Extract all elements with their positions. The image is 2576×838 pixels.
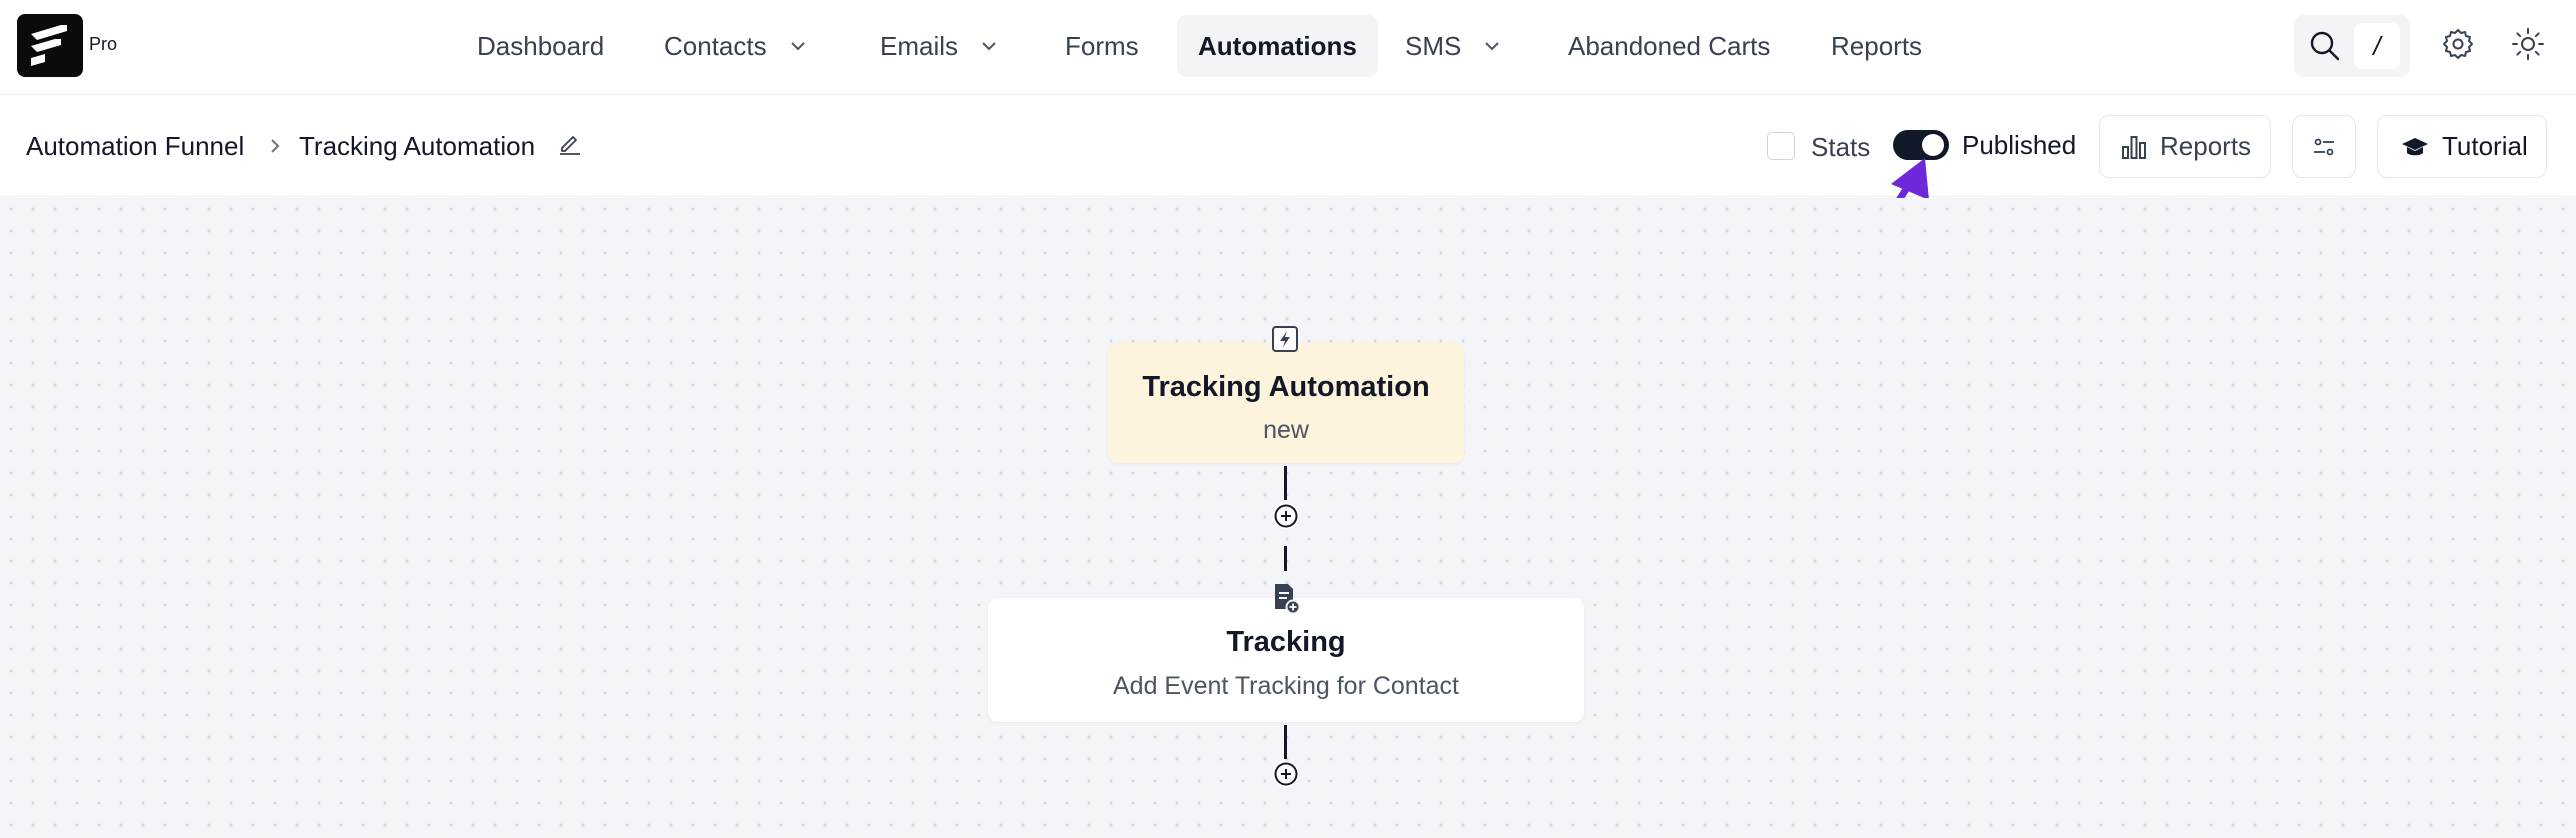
breadcrumb-current: Tracking Automation [299, 131, 536, 161]
top-navigation: Pro Dashboard Contacts Emails Forms Auto… [0, 0, 2576, 95]
nav-label: Dashboard [477, 30, 605, 61]
document-add-icon [1275, 584, 1301, 615]
funnel-canvas[interactable]: Tracking Automation new Tracking Add Eve… [0, 198, 2576, 838]
action-node-tracking[interactable]: Tracking Add Event Tracking for Contact [988, 598, 1584, 722]
nav-reports[interactable]: Reports [1810, 15, 1943, 77]
trigger-node[interactable]: Tracking Automation new [1108, 343, 1464, 463]
connector-line [1284, 725, 1287, 759]
brand-pro-label: Pro [89, 34, 118, 54]
nav-label: Emails [880, 30, 959, 61]
nav-label: Contacts [664, 30, 767, 61]
graduation-cap-icon [2402, 137, 2428, 155]
sun-icon[interactable] [2510, 26, 2546, 62]
add-step-plus-icon[interactable] [1273, 503, 1299, 529]
nav-forms[interactable]: Forms [1044, 15, 1160, 77]
tutorial-button[interactable]: Tutorial [2377, 115, 2547, 178]
chevron-down-icon [982, 42, 996, 51]
connector-line [1284, 466, 1287, 500]
action-title: Tracking [1226, 626, 1346, 658]
edit-pencil-icon[interactable] [557, 130, 583, 156]
nav-contacts[interactable]: Contacts [643, 15, 828, 77]
breadcrumb-automation-funnel[interactable]: Automation Funnel [26, 131, 244, 162]
nav-abandoned-carts[interactable]: Abandoned Carts [1547, 15, 1791, 77]
action-subtitle: Add Event Tracking for Contact [1112, 672, 1459, 700]
bolt-icon [1272, 326, 1298, 352]
chevron-right-icon [271, 139, 280, 153]
nav-automations[interactable]: Automations [1177, 15, 1378, 77]
bar-chart-icon [2122, 135, 2146, 159]
reports-button[interactable]: Reports [2099, 115, 2271, 178]
reports-button-label: Reports [2160, 131, 2252, 161]
automation-header: Automation Funnel Tracking Automation St… [0, 96, 2576, 197]
nav-label: Automations [1198, 30, 1357, 61]
published-label: Published [1962, 130, 2077, 160]
connector-line [1284, 546, 1287, 571]
settings-sliders-button[interactable] [2292, 115, 2356, 178]
add-step-plus-icon[interactable] [1273, 761, 1299, 787]
toggle-knob [1922, 134, 1944, 156]
nav-label: Abandoned Carts [1568, 30, 1771, 61]
nav-dashboard[interactable]: Dashboard [456, 15, 625, 77]
nav-label: SMS [1405, 30, 1462, 61]
trigger-title: Tracking Automation [1142, 371, 1430, 403]
trigger-subtitle: new [1263, 416, 1309, 444]
stats-checkbox[interactable] [1767, 132, 1795, 160]
search-icon[interactable] [2308, 29, 2342, 63]
nav-label: Forms [1065, 30, 1139, 61]
gear-icon[interactable] [2440, 26, 2476, 62]
nav-label: Reports [1831, 30, 1923, 61]
tutorial-button-label: Tutorial [2442, 131, 2528, 161]
nav-emails[interactable]: Emails [859, 15, 1019, 77]
chevron-down-icon [1485, 42, 1500, 51]
fluent-logo-icon[interactable] [17, 14, 83, 77]
sliders-icon [2314, 138, 2334, 155]
search-shortcut-key: / [2354, 23, 2400, 69]
chevron-down-icon [790, 42, 805, 51]
search-shortcut-box[interactable]: / [2294, 15, 2410, 77]
nav-sms[interactable]: SMS [1384, 15, 1522, 77]
